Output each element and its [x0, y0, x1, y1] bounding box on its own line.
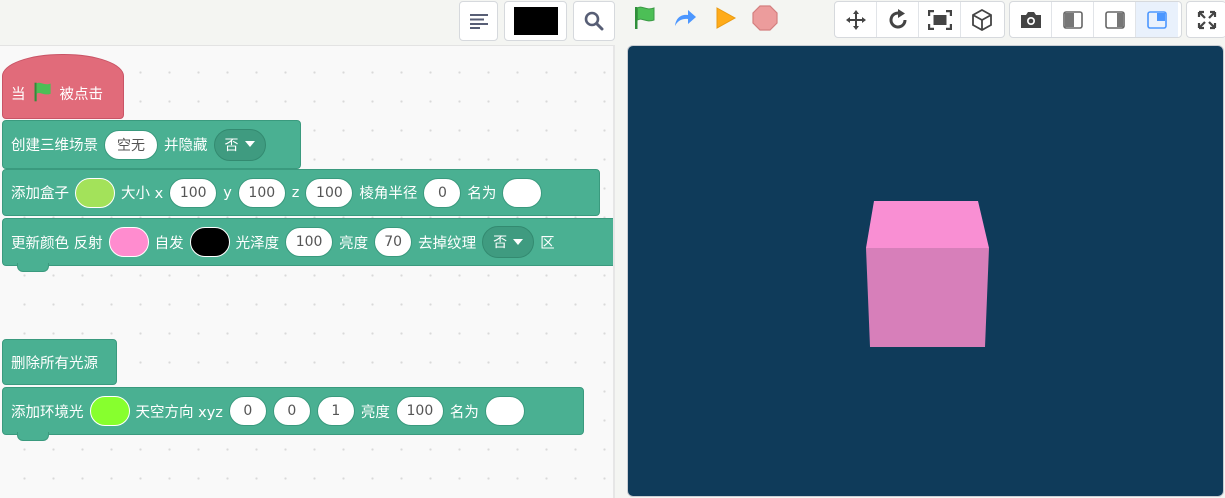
- scene-type-input[interactable]: 空无: [104, 129, 158, 160]
- hide-label: 并隐藏: [164, 138, 208, 154]
- list-icon: [469, 14, 488, 29]
- emissive-color-swatch[interactable]: [189, 227, 230, 257]
- corner-radius-label: 棱角半径: [359, 186, 418, 202]
- ambient-name-input[interactable]: [484, 396, 525, 426]
- hide-value: 否: [224, 137, 239, 154]
- hide-dropdown[interactable]: 否: [213, 128, 266, 161]
- move-icon: [845, 9, 866, 30]
- dropdown-arrow-icon: [513, 238, 524, 245]
- remove-lights-label: 删除所有光源: [11, 355, 98, 372]
- scene-tools-group: [834, 1, 1005, 38]
- remove-texture-dropdown[interactable]: 否: [482, 226, 535, 258]
- camera-icon: [1020, 11, 1041, 28]
- dropdown-arrow-icon: [244, 141, 255, 147]
- layout-right-button[interactable]: [1094, 2, 1136, 37]
- redo-button[interactable]: [671, 4, 699, 32]
- size-z-label: z: [291, 184, 300, 201]
- layout-small-icon: [1147, 10, 1167, 29]
- size-x-input[interactable]: 100: [169, 177, 218, 208]
- when-flag-clicked-block[interactable]: 当 被点击: [2, 54, 124, 119]
- layout-group: [1009, 1, 1182, 38]
- pink-cube: [866, 201, 989, 347]
- rotate-button[interactable]: [877, 2, 919, 37]
- ambient-label: 添加环境光: [11, 404, 84, 421]
- color-picker-button[interactable]: [504, 1, 567, 41]
- add-ambient-light-block[interactable]: 添加环境光 天空方向 xyz 0 0 1 亮度 100 名为: [2, 387, 584, 441]
- green-flag-button[interactable]: [631, 4, 659, 32]
- corner-radius-input[interactable]: 0: [423, 177, 462, 208]
- green-flag-icon: [34, 82, 51, 102]
- ambient-brightness-label: 亮度: [360, 404, 390, 421]
- screenshot-button[interactable]: [1010, 2, 1052, 37]
- color-swatch: [513, 7, 558, 35]
- play-button[interactable]: [711, 4, 739, 32]
- update-color-label: 更新颜色 反射: [11, 235, 103, 252]
- fit-screen-button[interactable]: [919, 2, 961, 37]
- stop-button[interactable]: [751, 4, 779, 32]
- layout-small-stage-button[interactable]: [1136, 2, 1178, 37]
- brightness-input[interactable]: 70: [374, 227, 413, 257]
- update-color-block[interactable]: 更新颜色 反射 自发 光泽度 100 亮度 70 去掉纹理 否 区: [2, 218, 613, 272]
- remove-all-lights-block[interactable]: 删除所有光源: [2, 339, 117, 385]
- layout-left-button[interactable]: [1052, 2, 1094, 37]
- size-y-input[interactable]: 100: [237, 177, 286, 208]
- fullscreen-icon: [1197, 10, 1216, 29]
- ambient-brightness-input[interactable]: 100: [395, 396, 444, 426]
- play-icon: [716, 7, 737, 29]
- cube-icon: [972, 8, 992, 31]
- move-button[interactable]: [835, 2, 877, 37]
- fullscreen-button[interactable]: [1186, 1, 1225, 38]
- search-icon: [584, 11, 604, 31]
- redo-arrow-icon: [675, 10, 696, 26]
- layout-right-icon: [1104, 10, 1125, 29]
- size-z-input[interactable]: 100: [305, 177, 354, 208]
- stage-canvas[interactable]: [627, 45, 1224, 497]
- gloss-input[interactable]: 100: [285, 227, 334, 257]
- size-x-label: 大小 x: [121, 186, 164, 202]
- update-color-tail-label: 区: [540, 235, 555, 252]
- add-box-label: 添加盒子: [11, 186, 69, 202]
- add-box-block[interactable]: 添加盒子 大小 x 100 y 100 z 100 棱角半径 0 名为: [2, 169, 600, 216]
- emissive-label: 自发: [154, 235, 184, 252]
- fit-screen-icon: [927, 9, 952, 30]
- remove-texture-value: 否: [493, 235, 508, 251]
- rotate-icon: [889, 8, 906, 28]
- sky-direction-label: 天空方向 xyz: [135, 404, 223, 421]
- green-flag-icon: [635, 6, 655, 29]
- direction-x-input[interactable]: 0: [228, 396, 267, 426]
- search-button[interactable]: [573, 1, 615, 41]
- stop-icon: [752, 5, 778, 31]
- box-name-input[interactable]: [502, 177, 543, 208]
- box-color-swatch[interactable]: [75, 177, 115, 208]
- ambient-color-swatch[interactable]: [89, 396, 130, 426]
- direction-y-input[interactable]: 0: [272, 396, 311, 426]
- cube-view-button[interactable]: [961, 2, 1003, 37]
- blocks-list-button[interactable]: [459, 1, 498, 41]
- block-notch: [17, 432, 49, 441]
- create-scene-block[interactable]: 创建三维场景 空无 并隐藏 否: [2, 120, 301, 169]
- box-name-label: 名为: [467, 186, 497, 202]
- size-y-label: y: [223, 184, 232, 201]
- hat-clicked-label: 被点击: [59, 87, 104, 103]
- gloss-label: 光泽度: [235, 235, 280, 252]
- direction-z-input[interactable]: 1: [316, 396, 355, 426]
- remove-texture-label: 去掉纹理: [418, 235, 477, 252]
- layout-left-icon: [1062, 10, 1083, 29]
- ambient-name-label: 名为: [449, 404, 479, 421]
- hat-when-label: 当: [11, 87, 26, 103]
- block-notch: [17, 263, 49, 272]
- create-scene-label: 创建三维场景: [11, 138, 98, 154]
- brightness-label: 亮度: [339, 235, 369, 252]
- reflect-color-swatch[interactable]: [108, 227, 149, 257]
- code-workspace[interactable]: 当 被点击 创建三维场景 空无 并隐藏 否 添加盒子 大小 x 100 y 10…: [0, 45, 615, 498]
